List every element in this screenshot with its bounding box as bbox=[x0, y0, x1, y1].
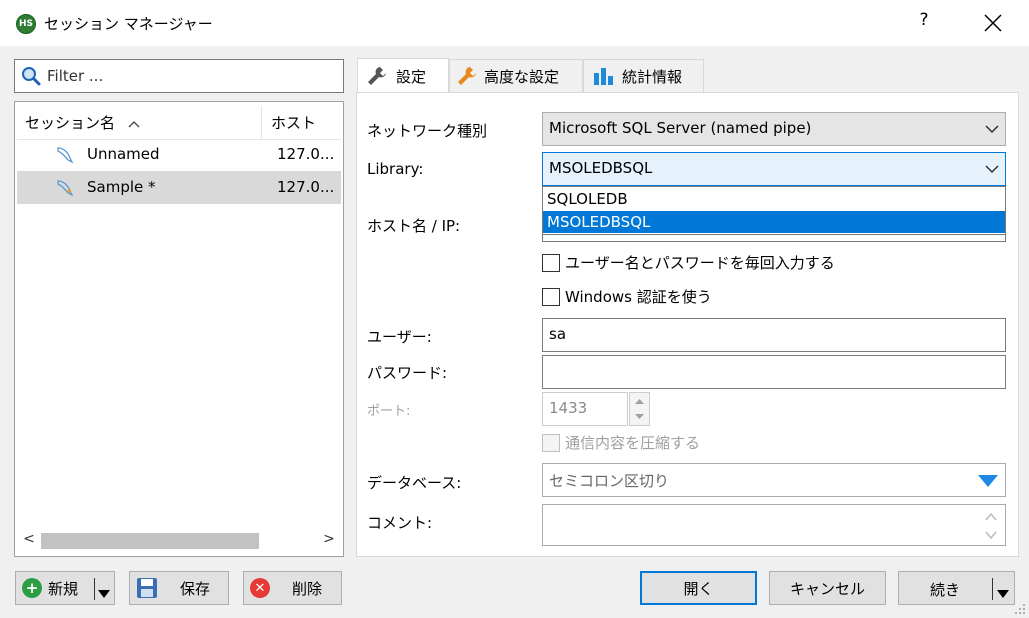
library-label: Library: bbox=[367, 160, 424, 178]
session-name: Unnamed bbox=[87, 145, 160, 163]
delete-label: 削除 bbox=[292, 579, 323, 598]
library-option-msoledbsql[interactable]: MSOLEDBSQL bbox=[543, 211, 1005, 233]
scroll-down-icon[interactable] bbox=[983, 528, 999, 542]
port-stepper[interactable] bbox=[629, 392, 650, 426]
user-input[interactable]: sa bbox=[542, 318, 1006, 352]
list-header: セッション名 ホスト bbox=[17, 104, 341, 140]
database-placeholder: セミコロン区切り bbox=[549, 472, 670, 490]
orange-wrench-icon bbox=[458, 67, 476, 85]
resize-grip-icon[interactable] bbox=[1014, 603, 1026, 615]
chevron-down-icon bbox=[985, 165, 999, 174]
user-label: ユーザー: bbox=[367, 328, 432, 346]
host-label: ホスト名 / IP: bbox=[367, 217, 461, 235]
scroll-up-icon[interactable] bbox=[983, 510, 999, 524]
window-title: セッション マネージャー bbox=[44, 15, 213, 33]
plus-icon: + bbox=[22, 578, 42, 598]
delete-x-icon: ✕ bbox=[250, 578, 270, 598]
port-input[interactable]: 1433 bbox=[542, 392, 628, 426]
network-type-select[interactable]: Microsoft SQL Server (named pipe) bbox=[542, 112, 1006, 146]
title-bar: HS セッション マネージャー ? bbox=[0, 0, 1029, 46]
scroll-right-button[interactable]: > bbox=[319, 531, 339, 551]
session-list: セッション名 ホスト Unnamed 127.0... Sample * 127… bbox=[14, 101, 344, 557]
save-label: 保存 bbox=[180, 579, 211, 598]
session-row-sample[interactable]: Sample * 127.0... bbox=[17, 171, 341, 204]
sort-ascending-icon bbox=[128, 114, 140, 132]
library-dropdown-list: SQLOLEDB MSOLEDBSQL bbox=[542, 186, 1006, 235]
help-button[interactable]: ? bbox=[912, 10, 936, 36]
app-logo-icon: HS bbox=[16, 14, 36, 34]
save-button[interactable]: 保存 bbox=[129, 571, 229, 605]
cancel-button[interactable]: キャンセル bbox=[769, 571, 886, 605]
close-button[interactable] bbox=[975, 8, 1011, 38]
bar-chart-icon bbox=[594, 68, 613, 85]
continue-dropdown-arrow-icon[interactable] bbox=[997, 584, 1009, 602]
port-value: 1433 bbox=[549, 399, 588, 417]
arrow-down-icon[interactable] bbox=[630, 409, 649, 425]
open-button[interactable]: 開く bbox=[640, 571, 757, 605]
session-row-unnamed[interactable]: Unnamed 127.0... bbox=[17, 138, 341, 171]
continue-dropdown-divider bbox=[992, 578, 993, 600]
filter-box bbox=[14, 59, 344, 93]
column-divider[interactable] bbox=[261, 106, 262, 140]
tab-label: 統計情報 bbox=[622, 67, 683, 86]
delete-button[interactable]: ✕ 削除 bbox=[243, 571, 342, 605]
tab-settings[interactable]: 設定 bbox=[357, 58, 449, 93]
windows-auth-checkbox[interactable] bbox=[542, 287, 560, 306]
comment-label: コメント: bbox=[367, 514, 433, 532]
password-input[interactable] bbox=[542, 355, 1006, 389]
scrollbar-thumb[interactable] bbox=[41, 533, 259, 549]
network-type-value: Microsoft SQL Server (named pipe) bbox=[549, 119, 812, 137]
tab-label: 設定 bbox=[396, 67, 427, 86]
new-dropdown-divider bbox=[94, 578, 95, 600]
library-option-sqloledb[interactable]: SQLOLEDB bbox=[543, 188, 1005, 210]
port-label: ポート: bbox=[367, 404, 411, 419]
library-select[interactable]: MSOLEDBSQL bbox=[542, 152, 1006, 186]
compress-label: 通信内容を圧縮する bbox=[565, 434, 701, 452]
windows-auth-option[interactable]: Windows 認証を使う bbox=[542, 286, 712, 307]
compress-checkbox[interactable] bbox=[542, 433, 560, 452]
arrow-up-icon[interactable] bbox=[630, 393, 649, 409]
user-value: sa bbox=[549, 325, 567, 343]
network-type-label: ネットワーク種別 bbox=[367, 122, 488, 140]
column-header-label: セッション名 bbox=[25, 114, 116, 132]
prompt-credentials-checkbox[interactable] bbox=[542, 253, 560, 272]
continue-label: 続き bbox=[930, 581, 961, 599]
windows-auth-label: Windows 認証を使う bbox=[565, 288, 712, 306]
floppy-disk-icon bbox=[137, 578, 157, 598]
tab-advanced-settings[interactable]: 高度な設定 bbox=[449, 59, 583, 92]
chevron-down-icon bbox=[985, 125, 999, 134]
wrench-icon bbox=[368, 67, 386, 85]
continue-button[interactable]: 続き bbox=[898, 571, 1015, 605]
search-icon bbox=[22, 67, 41, 86]
database-dropdown-arrow-icon[interactable] bbox=[977, 474, 999, 488]
session-host: 127.0... bbox=[277, 178, 335, 196]
horizontal-scrollbar[interactable]: < > bbox=[17, 528, 341, 554]
filter-input[interactable] bbox=[45, 63, 335, 89]
password-label: パスワード: bbox=[367, 364, 448, 382]
compress-option[interactable]: 通信内容を圧縮する bbox=[542, 432, 700, 453]
dolphin-icon bbox=[57, 180, 74, 197]
new-label: 新規 bbox=[48, 579, 79, 598]
tab-statistics[interactable]: 統計情報 bbox=[583, 59, 704, 92]
dolphin-icon bbox=[57, 147, 74, 164]
session-host: 127.0... bbox=[277, 145, 335, 163]
new-dropdown-arrow-icon[interactable] bbox=[98, 584, 110, 602]
open-label: 開く bbox=[683, 579, 714, 598]
database-label: データベース: bbox=[367, 474, 462, 492]
close-icon bbox=[984, 14, 1002, 32]
column-header-host[interactable]: ホスト bbox=[271, 112, 316, 133]
library-value: MSOLEDBSQL bbox=[549, 159, 653, 177]
scroll-left-button[interactable]: < bbox=[19, 531, 39, 551]
comment-textarea[interactable] bbox=[542, 504, 1006, 546]
session-name: Sample * bbox=[87, 178, 156, 196]
prompt-credentials-label: ユーザー名とパスワードを毎回入力する bbox=[565, 254, 835, 272]
tab-label: 高度な設定 bbox=[484, 67, 560, 86]
new-session-button[interactable]: + 新規 bbox=[15, 571, 115, 605]
cancel-label: キャンセル bbox=[789, 579, 865, 598]
database-input[interactable]: セミコロン区切り bbox=[542, 463, 1006, 497]
prompt-credentials-option[interactable]: ユーザー名とパスワードを毎回入力する bbox=[542, 252, 835, 273]
column-header-session-name[interactable]: セッション名 bbox=[25, 112, 140, 133]
